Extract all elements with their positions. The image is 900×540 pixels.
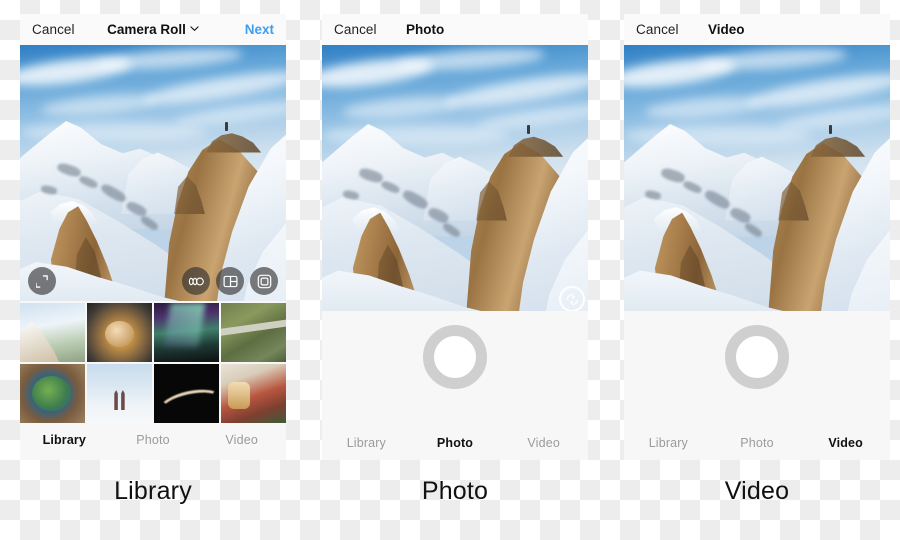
thumb-bridge[interactable] xyxy=(87,364,152,423)
tab-video[interactable]: Video xyxy=(801,436,890,450)
tab-library[interactable]: Library xyxy=(322,436,411,450)
navbar-photo: Cancel Photo xyxy=(322,14,588,45)
climber-figure xyxy=(224,121,228,131)
thumb-salad[interactable] xyxy=(20,364,85,423)
thumb-light-trails[interactable] xyxy=(154,364,219,423)
caption-photo: Photo xyxy=(421,477,489,505)
hero-image-video[interactable] xyxy=(624,45,890,311)
camera-flip-ring xyxy=(559,286,585,311)
tabbar-photo: Library Photo Video xyxy=(322,426,588,460)
layout-icon[interactable] xyxy=(216,267,244,295)
phone-panel-photo: Cancel Photo Library Photo Video xyxy=(322,14,588,460)
tab-library[interactable]: Library xyxy=(20,433,109,447)
thumb-aerial-path[interactable] xyxy=(221,303,286,362)
camera-flip-icon[interactable] xyxy=(558,285,586,311)
tab-photo[interactable]: Photo xyxy=(713,436,802,450)
navbar-library: Cancel Camera Roll Next xyxy=(20,14,286,45)
album-title-label: Camera Roll xyxy=(107,22,186,37)
screenshot-stage: Cancel Camera Roll Next Library Photo Vi… xyxy=(0,0,900,540)
record-button[interactable] xyxy=(725,324,789,389)
cancel-button[interactable]: Cancel xyxy=(334,22,377,37)
caption-library: Library xyxy=(114,477,192,505)
thumb-mountain[interactable] xyxy=(20,303,85,362)
next-button[interactable]: Next xyxy=(245,22,274,37)
climber-figure xyxy=(526,124,530,134)
cancel-button[interactable]: Cancel xyxy=(32,22,75,37)
tabbar-library: Library Photo Video xyxy=(20,423,286,457)
page-title-label: Photo xyxy=(406,22,445,37)
infinity-icon[interactable] xyxy=(182,267,210,295)
multi-select-icon[interactable] xyxy=(250,267,278,295)
cancel-button[interactable]: Cancel xyxy=(636,22,679,37)
phone-panel-video: Cancel Video Library Photo Video xyxy=(624,14,890,460)
tab-photo[interactable]: Photo xyxy=(411,436,500,450)
tab-video[interactable]: Video xyxy=(499,436,588,450)
thumb-food[interactable] xyxy=(87,303,152,362)
thumbnail-grid xyxy=(20,301,286,423)
camera-body-photo xyxy=(322,311,588,426)
hero-image-library[interactable] xyxy=(20,45,286,301)
camera-body-video xyxy=(624,311,890,426)
tab-video[interactable]: Video xyxy=(197,433,286,447)
thumb-aurora[interactable] xyxy=(154,303,219,362)
navbar-video: Cancel Video xyxy=(624,14,890,45)
expand-icon[interactable] xyxy=(28,267,56,295)
caption-video: Video xyxy=(724,477,790,505)
page-title-label: Video xyxy=(708,22,745,37)
tab-photo[interactable]: Photo xyxy=(109,433,198,447)
climber-figure xyxy=(828,124,832,134)
thumb-holiday-drinks[interactable] xyxy=(221,364,286,423)
shutter-button[interactable] xyxy=(423,324,487,389)
hero-image-photo[interactable] xyxy=(322,45,588,311)
chevron-down-icon xyxy=(190,24,199,33)
tab-library[interactable]: Library xyxy=(624,436,713,450)
phone-panel-library: Cancel Camera Roll Next Library Photo Vi… xyxy=(20,14,286,460)
tabbar-video: Library Photo Video xyxy=(624,426,890,460)
